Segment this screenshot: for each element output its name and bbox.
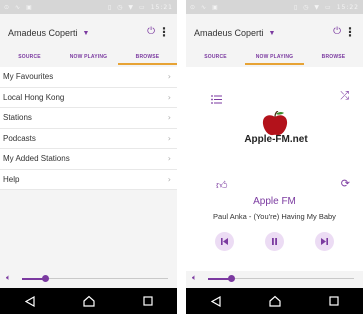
chevron-right-icon: ›: [167, 133, 171, 143]
vibrate-icon: ▯: [107, 3, 113, 11]
zone-name: Amadeus Coperti: [8, 28, 78, 38]
browse-item-podcasts[interactable]: Podcasts ›: [0, 129, 177, 149]
zone-selector[interactable]: Amadeus Coperti ▼: [8, 28, 89, 38]
chevron-right-icon: ›: [167, 113, 171, 123]
status-bar: ⊙ ∿ ▣ ▯ ◷ ▼ ▭ 15:21: [0, 0, 177, 14]
shuffle-icon[interactable]: ⤮: [340, 89, 349, 103]
tab-bar: SOURCE NOW PLAYING BROWSE: [0, 51, 177, 65]
browse-item-label: Podcasts: [3, 133, 36, 143]
browse-item-label: Local Hong Kong: [3, 92, 65, 102]
phone-now-playing-screen: ⊙ ∿ ▣ ▯ ◷ ▼ ▭ 15:22 Amadeus Coperti ▼ ⏻ …: [186, 0, 363, 314]
recents-icon[interactable]: [141, 294, 155, 308]
recents-icon[interactable]: [327, 294, 341, 308]
wifi-icon: ▼: [314, 3, 321, 11]
browse-item-stations[interactable]: Stations ›: [0, 108, 177, 129]
volume-bar: 🔈︎: [0, 271, 177, 285]
browse-list: My Favourites › Local Hong Kong › Statio…: [0, 67, 177, 190]
alarm-icon: ◷: [117, 3, 124, 11]
phone-browse-screen: ⊙ ∿ ▣ ▯ ◷ ▼ ▭ 15:21 Amadeus Coperti ▼ ⏻ …: [0, 0, 177, 314]
browse-item-label: My Added Stations: [3, 154, 70, 164]
browse-item-my-added-stations[interactable]: My Added Stations ›: [0, 149, 177, 170]
alarm-icon: ◷: [303, 3, 310, 11]
browse-item-label: My Favourites: [3, 72, 54, 82]
volume-bar: 🔈︎: [186, 271, 363, 285]
browse-item-label: Help: [3, 174, 20, 184]
playback-controls: [186, 232, 363, 251]
system-nav-bar: [186, 288, 363, 314]
volume-knob[interactable]: [41, 275, 49, 282]
caret-down-icon: ▼: [268, 29, 276, 37]
thumb-up-icon[interactable]: 👍︎: [216, 179, 228, 192]
skip-next-icon[interactable]: [314, 232, 334, 251]
browse-item-help[interactable]: Help ›: [0, 170, 177, 190]
more-vert-icon[interactable]: ⋮: [158, 25, 170, 39]
pause-icon[interactable]: [264, 232, 284, 251]
volume-knob[interactable]: [227, 275, 235, 282]
status-right-icons: ▯ ◷ ▼ ▭ 15:22: [294, 4, 359, 11]
now-playing-panel: ⤮ Apple-FM.net 👍︎ ⟳ Apple FM Paul Anka -…: [186, 67, 363, 271]
wifi-icon: ▼: [128, 3, 135, 11]
back-icon[interactable]: [23, 294, 37, 308]
repeat-icon[interactable]: ⟳: [341, 177, 350, 190]
more-vert-icon[interactable]: ⋮: [344, 25, 356, 39]
chevron-right-icon: ›: [167, 174, 171, 184]
browse-item-my-favourites[interactable]: My Favourites ›: [0, 67, 177, 88]
tab-bar: SOURCE NOW PLAYING BROWSE: [186, 51, 363, 65]
skip-previous-icon[interactable]: [215, 232, 235, 251]
tab-now-playing[interactable]: NOW PLAYING: [245, 51, 304, 65]
back-icon[interactable]: [209, 294, 223, 308]
station-logo: Apple-FM.net: [221, 107, 331, 147]
speaker-icon[interactable]: 🔈︎: [192, 273, 197, 283]
zone-name: Amadeus Coperti: [194, 28, 264, 38]
signal-icon: ∿: [15, 3, 22, 11]
browse-item-label: Stations: [3, 113, 32, 123]
status-time: 15:22: [336, 3, 359, 11]
system-nav-bar: [0, 288, 177, 314]
notification-icon: ⊙: [4, 3, 11, 11]
power-icon[interactable]: ⏻: [147, 26, 155, 37]
status-bar: ⊙ ∿ ▣ ▯ ◷ ▼ ▭ 15:22: [186, 0, 363, 14]
volume-slider[interactable]: [22, 275, 168, 282]
notification-icon: ⊙: [190, 3, 197, 11]
tab-browse[interactable]: BROWSE: [118, 51, 177, 65]
tab-source[interactable]: SOURCE: [186, 51, 245, 65]
station-logo-text: Apple-FM.net: [244, 134, 308, 145]
caret-down-icon: ▼: [82, 29, 90, 37]
battery-icon: ▭: [325, 3, 332, 11]
chevron-right-icon: ›: [167, 92, 171, 102]
volume-slider[interactable]: [208, 275, 354, 282]
status-left-icons: ⊙ ∿ ▣: [190, 4, 219, 11]
tab-browse[interactable]: BROWSE: [304, 51, 363, 65]
status-time: 15:21: [150, 3, 173, 11]
station-name: Apple FM: [253, 196, 296, 207]
home-icon[interactable]: [82, 294, 96, 308]
status-right-icons: ▯ ◷ ▼ ▭ 15:21: [108, 4, 173, 11]
app-bar: Amadeus Coperti ▼ ⏻ ⋮: [0, 14, 177, 51]
power-icon[interactable]: ⏻: [333, 26, 341, 37]
track-title: Paul Anka - (You're) Having My Baby: [213, 212, 336, 221]
app-bar: Amadeus Coperti ▼ ⏻ ⋮: [186, 14, 363, 51]
signal-icon: ∿: [201, 3, 208, 11]
speaker-icon[interactable]: 🔈︎: [6, 273, 11, 283]
zone-selector[interactable]: Amadeus Coperti ▼: [194, 28, 275, 38]
browse-item-local-hong-kong[interactable]: Local Hong Kong ›: [0, 88, 177, 108]
battery-icon: ▭: [139, 3, 146, 11]
chevron-right-icon: ›: [167, 72, 171, 82]
home-icon[interactable]: [268, 294, 282, 308]
chevron-right-icon: ›: [167, 154, 171, 164]
status-left-icons: ⊙ ∿ ▣: [4, 4, 33, 11]
vibrate-icon: ▯: [293, 3, 299, 11]
image-icon: ▣: [212, 3, 219, 11]
tab-now-playing[interactable]: NOW PLAYING: [59, 51, 118, 65]
tab-source[interactable]: SOURCE: [0, 51, 59, 65]
image-icon: ▣: [26, 3, 33, 11]
